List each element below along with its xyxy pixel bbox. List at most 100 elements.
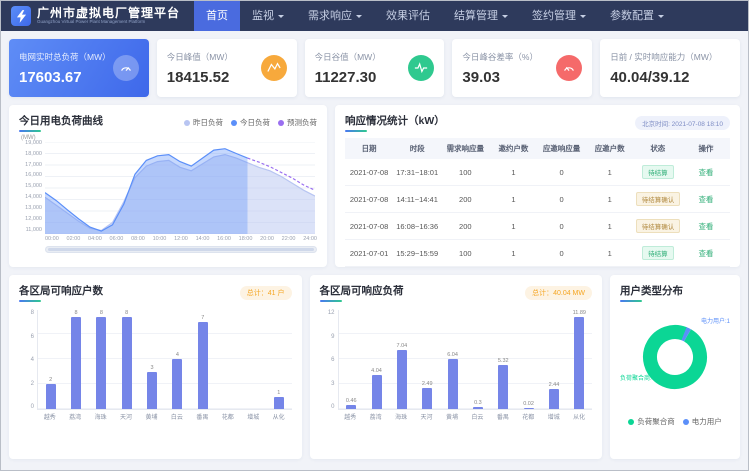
x-axis-label: 花都 (517, 412, 540, 421)
y-tick: 3 (331, 381, 334, 387)
bar-column: 5.32 (492, 310, 515, 409)
district-load-panel: 各区局可响应负荷 总计：40.04 MW 129630 0.464.047.04… (310, 275, 603, 459)
table-cell: 200 (441, 213, 489, 240)
x-axis-label: 增城 (242, 412, 265, 421)
bar (96, 317, 106, 409)
table-cell: 0 (538, 213, 586, 240)
table-cell: 17:31~18:01 (393, 159, 441, 186)
bottom-row: 各区局可响应户数 总计：41 户 86420 28883471 越秀荔湾海珠天河… (9, 275, 740, 459)
nav-item-1[interactable]: 监视 (240, 1, 296, 31)
table-cell: 1 (489, 159, 537, 186)
view-link[interactable]: 查看 (698, 249, 713, 258)
brand: 广州市虚拟电厂管理平台 Guangzhou Virtual Power Plan… (37, 7, 180, 26)
y-tick: 15,000 (25, 184, 42, 190)
total-badge: 总计：40.04 MW (525, 286, 592, 300)
bar (172, 359, 182, 409)
x-axis-ticks: 00:0002:0004:0006:0008:0010:0012:0014:00… (45, 236, 317, 242)
nav-item-4[interactable]: 结算管理 (442, 1, 520, 31)
legend-dot-icon (184, 120, 190, 126)
view-link[interactable]: 查看 (698, 222, 713, 231)
view-link[interactable]: 查看 (698, 168, 713, 177)
bar (46, 384, 56, 409)
kpi-label: 日前 / 实时响应能力（MW） (610, 51, 717, 63)
bars-plot: 28883471 (37, 310, 292, 410)
load-curve-panel: 今日用电负荷曲线 昨日负荷今日负荷预测负荷 (MW) 19,00018,0001… (9, 105, 327, 267)
legend-item[interactable]: 预测负荷 (278, 117, 317, 128)
nav-item-5[interactable]: 签约管理 (520, 1, 598, 31)
legend-item[interactable]: 负荷聚合商 (628, 416, 675, 427)
chevron-down-icon (278, 15, 284, 21)
table-cell: 1 (586, 240, 634, 267)
table-cell: 2021-07-08 (345, 159, 393, 186)
table-cell: 2021-07-01 (345, 240, 393, 267)
kpi-label: 今日峰值（MW） (167, 51, 233, 63)
y-tick: 18,000 (25, 152, 42, 158)
bar-column (217, 310, 240, 409)
top-navbar: 广州市虚拟电厂管理平台 Guangzhou Virtual Power Plan… (1, 1, 748, 31)
y-tick: 17,000 (25, 163, 42, 169)
legend-dot-icon (683, 419, 689, 425)
response-table-panel: 响应情况统计（kW） 北京时间: 2021-07-08 18:10 日期时段需求… (335, 105, 740, 267)
bar-value-label: 8 (125, 310, 128, 316)
x-axis-labels: 越秀荔湾海珠天河黄埔白云番禺花都增城从化 (37, 412, 292, 421)
nav-item-6[interactable]: 参数配置 (598, 1, 676, 31)
bar-column: 2.44 (543, 310, 566, 409)
nav-item-0[interactable]: 首页 (194, 1, 240, 31)
x-axis-label: 黄埔 (140, 412, 163, 421)
y-tick: 2 (31, 381, 34, 387)
bar-value-label: 2.49 (422, 381, 433, 387)
bar (274, 397, 284, 410)
kpi-value: 11227.30 (315, 69, 381, 86)
bar-column: 8 (65, 310, 88, 409)
bar-value-label: 4 (176, 352, 179, 358)
panel-title: 各区局可响应负荷 (320, 283, 404, 302)
app-subtitle: Guangzhou Virtual Power Plant Management… (37, 20, 166, 25)
x-axis-label: 番禺 (491, 412, 514, 421)
bar (346, 405, 356, 409)
bar-value-label: 8 (100, 310, 103, 316)
bar-column: 1 (267, 310, 290, 409)
bar (473, 407, 483, 410)
pulse-icon (408, 55, 434, 81)
load-line-chart: 19,00018,00017,00016,00015,00014,00013,0… (19, 142, 317, 234)
legend-item[interactable]: 昨日负荷 (184, 117, 223, 128)
view-link[interactable]: 查看 (698, 195, 713, 204)
bar-column (242, 310, 265, 409)
bar-column: 3 (141, 310, 164, 409)
nav-item-2[interactable]: 需求响应 (296, 1, 374, 31)
table-cell: 1 (489, 240, 537, 267)
table-cell: 查看 (682, 186, 730, 213)
bar-value-label: 1 (277, 390, 280, 396)
kpi-value: 40.04/39.12 (610, 69, 717, 86)
bar-column: 2 (39, 310, 62, 409)
bar-value-label: 6.04 (447, 352, 458, 358)
bar-column: 0.02 (517, 310, 540, 409)
x-tick: 02:00 (67, 236, 81, 242)
panel-title: 今日用电负荷曲线 (19, 113, 103, 132)
legend-item[interactable]: 电力用户 (683, 416, 722, 427)
chevron-down-icon (356, 15, 362, 21)
datazoom-slider[interactable] (45, 246, 317, 253)
table-header-cell: 时段 (393, 138, 441, 159)
table-row: 2021-07-0814:11~14:41200101待结算确认查看 (345, 186, 730, 213)
x-tick: 10:00 (153, 236, 167, 242)
x-axis-label: 越秀 (38, 412, 61, 421)
x-axis-label: 天河 (415, 412, 438, 421)
nav-item-3[interactable]: 效果评估 (374, 1, 442, 31)
kpi-label: 今日谷值（MW） (315, 51, 381, 63)
bar-column: 4.04 (365, 310, 388, 409)
kpi-value: 18415.52 (167, 69, 233, 86)
speedometer-icon (556, 55, 582, 81)
bar-value-label: 2.44 (549, 382, 560, 388)
total-badge: 总计：41 户 (240, 286, 292, 300)
table-row: 2021-07-0816:08~16:36200101待结算确认查看 (345, 213, 730, 240)
legend-item[interactable]: 今日负荷 (231, 117, 270, 128)
x-tick: 20:00 (260, 236, 274, 242)
chevron-down-icon (580, 15, 586, 21)
table-cell: 查看 (682, 213, 730, 240)
bar-value-label: 0.3 (474, 400, 482, 406)
table-header-cell: 需求响应量 (441, 138, 489, 159)
bar-column: 6.04 (441, 310, 464, 409)
response-table: 日期时段需求响应量邀约户数应邀响应量应邀户数状态操作 2021-07-0817:… (345, 138, 730, 267)
x-axis-label: 从化 (267, 412, 290, 421)
